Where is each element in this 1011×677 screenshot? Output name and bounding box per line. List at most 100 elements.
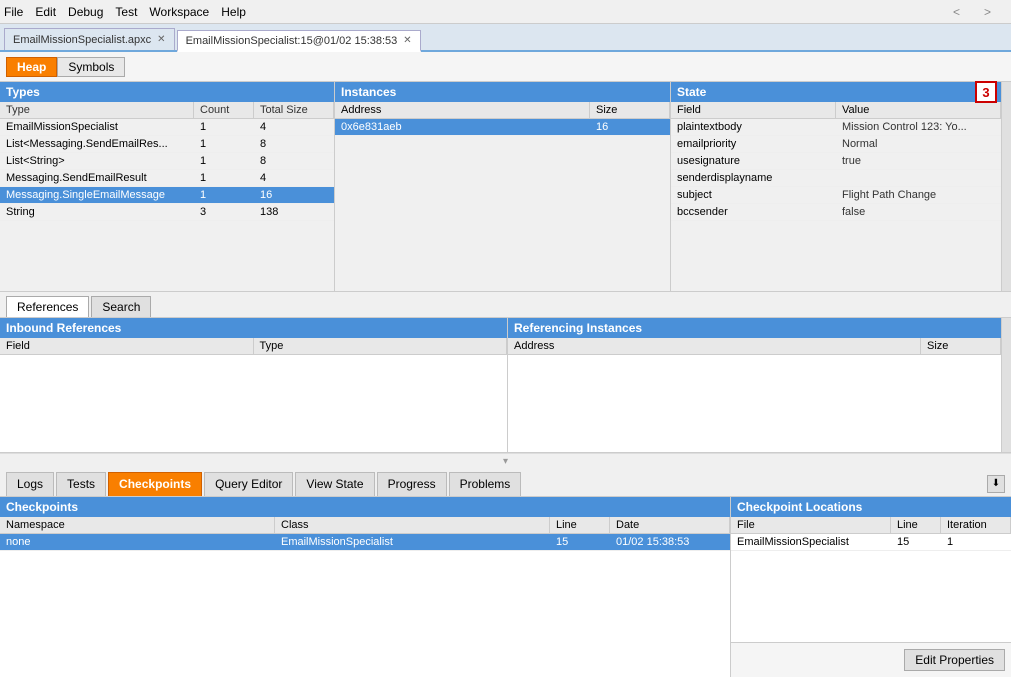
tab-tests[interactable]: Tests xyxy=(56,472,106,496)
instance-row-selected[interactable]: 0x6e831aeb 16 2 xyxy=(335,119,670,136)
state-field: emailpriority xyxy=(671,136,836,152)
col-line: Line xyxy=(891,517,941,533)
annotation-3: 3 xyxy=(975,81,997,103)
tab-query-editor[interactable]: Query Editor xyxy=(204,472,293,496)
tab-session-close[interactable]: ✕ xyxy=(403,35,411,46)
type-size: 138 xyxy=(254,204,334,220)
refs-right-scrollbar[interactable] xyxy=(1001,318,1011,452)
tab-references[interactable]: References xyxy=(6,296,89,317)
menu-edit[interactable]: Edit xyxy=(35,5,56,19)
state-row: bccsender false xyxy=(671,204,1001,221)
tab-session-label: EmailMissionSpecialist:15@01/02 15:38:53 xyxy=(186,35,398,47)
cpl-iteration: 1 xyxy=(941,534,1011,550)
menu-bar: File Edit Debug Test Workspace Help < > xyxy=(0,0,1011,24)
type-row-selected[interactable]: Messaging.SingleEmailMessage 1 16 1 xyxy=(0,187,334,204)
referencing-content xyxy=(508,355,1001,452)
menu-help[interactable]: Help xyxy=(221,5,246,19)
type-name: Messaging.SendEmailResult xyxy=(0,170,194,186)
type-row[interactable]: String 3 138 xyxy=(0,204,334,221)
referencing-header: Referencing Instances xyxy=(508,318,1001,338)
types-panel-header: Types xyxy=(0,82,334,102)
menu-debug[interactable]: Debug xyxy=(68,5,103,19)
menu-file[interactable]: File xyxy=(4,5,23,19)
scroll-indicator[interactable]: ▾ xyxy=(0,453,1011,469)
col-date: Date xyxy=(610,517,730,533)
tab-progress[interactable]: Progress xyxy=(377,472,447,496)
tab-view-state[interactable]: View State xyxy=(295,472,374,496)
type-name: EmailMissionSpecialist xyxy=(0,119,194,135)
col-namespace: Namespace xyxy=(0,517,275,533)
type-size: 8 xyxy=(254,153,334,169)
type-row[interactable]: EmailMissionSpecialist 1 4 xyxy=(0,119,334,136)
cp-namespace: none xyxy=(0,534,275,550)
col-count: Count xyxy=(194,102,254,118)
col-size: Size xyxy=(590,102,670,118)
tab-session[interactable]: EmailMissionSpecialist:15@01/02 15:38:53… xyxy=(177,30,421,52)
nav-next[interactable]: > xyxy=(980,5,995,19)
state-list: plaintextbody Mission Control 123: Yo...… xyxy=(671,119,1001,291)
collapse-button[interactable]: ⬇ xyxy=(987,475,1005,493)
tab-logs[interactable]: Logs xyxy=(6,472,54,496)
type-name: List<String> xyxy=(0,153,194,169)
col-file: File xyxy=(731,517,891,533)
type-row[interactable]: List<Messaging.SendEmailRes... 1 8 xyxy=(0,136,334,153)
tab-checkpoints[interactable]: Checkpoints xyxy=(108,472,202,496)
state-value: Normal xyxy=(836,136,1001,152)
cpl-col-headers: File Line Iteration xyxy=(731,517,1011,534)
cp-row-selected[interactable]: none EmailMissionSpecialist 15 01/02 15:… xyxy=(0,534,730,551)
type-count: 3 xyxy=(194,204,254,220)
tab-apxc-close[interactable]: ✕ xyxy=(157,34,165,45)
state-panel-header: State xyxy=(671,82,1001,102)
state-field: bccsender xyxy=(671,204,836,220)
type-row[interactable]: List<String> 1 8 xyxy=(0,153,334,170)
symbols-button[interactable]: Symbols xyxy=(57,57,125,77)
state-field: usesignature xyxy=(671,153,836,169)
inbound-refs-header: Inbound References xyxy=(0,318,507,338)
checkpoints-panel: Checkpoints Namespace Class Line Date no… xyxy=(0,497,731,677)
type-size: 8 xyxy=(254,136,334,152)
right-scrollbar[interactable] xyxy=(1001,82,1011,291)
state-value xyxy=(836,170,1001,186)
types-list: EmailMissionSpecialist 1 4 List<Messagin… xyxy=(0,119,334,291)
cp-class: EmailMissionSpecialist xyxy=(275,534,550,550)
tab-apxc-label: EmailMissionSpecialist.apxc xyxy=(13,34,151,46)
type-count: 1 xyxy=(194,136,254,152)
cpl-header: Checkpoint Locations xyxy=(731,497,1011,517)
state-row: emailpriority Normal xyxy=(671,136,1001,153)
state-row: subject Flight Path Change xyxy=(671,187,1001,204)
tab-apxc[interactable]: EmailMissionSpecialist.apxc ✕ xyxy=(4,28,175,50)
cp-col-headers: Namespace Class Line Date xyxy=(0,517,730,534)
bottom-tabs: Logs Tests Checkpoints Query Editor View… xyxy=(0,469,1011,497)
tab-search[interactable]: Search xyxy=(91,296,151,317)
cp-list: none EmailMissionSpecialist 15 01/02 15:… xyxy=(0,534,730,677)
instances-panel: Instances Address Size 0x6e831aeb 16 2 xyxy=(335,82,671,291)
state-value: Flight Path Change xyxy=(836,187,1001,203)
col-type: Type xyxy=(254,338,508,354)
menu-workspace[interactable]: Workspace xyxy=(149,5,209,19)
checkpoints-header: Checkpoints xyxy=(0,497,730,517)
tab-problems[interactable]: Problems xyxy=(449,472,522,496)
menu-test[interactable]: Test xyxy=(115,5,137,19)
cpl-list: EmailMissionSpecialist 15 1 xyxy=(731,534,1011,642)
col-field: Field xyxy=(671,102,836,118)
state-col-headers: Field Value xyxy=(671,102,1001,119)
type-name: String xyxy=(0,204,194,220)
referencing-instances-panel: Referencing Instances Address Size xyxy=(508,318,1001,452)
instance-address: 0x6e831aeb xyxy=(335,119,590,135)
nav-prev[interactable]: < xyxy=(949,5,964,19)
state-field: subject xyxy=(671,187,836,203)
inbound-references-panel: Inbound References Field Type xyxy=(0,318,508,452)
heap-button[interactable]: Heap xyxy=(6,57,57,77)
type-size: 4 xyxy=(254,119,334,135)
cpl-file: EmailMissionSpecialist xyxy=(731,534,891,550)
type-count: 1 xyxy=(194,187,254,203)
col-type: Type xyxy=(0,102,194,118)
instances-panel-header: Instances xyxy=(335,82,670,102)
type-count: 1 xyxy=(194,170,254,186)
col-address: Address xyxy=(335,102,590,118)
cpl-row[interactable]: EmailMissionSpecialist 15 1 xyxy=(731,534,1011,551)
state-field: plaintextbody xyxy=(671,119,836,135)
type-row[interactable]: Messaging.SendEmailResult 1 4 xyxy=(0,170,334,187)
edit-properties-button[interactable]: Edit Properties xyxy=(904,649,1005,671)
type-name: List<Messaging.SendEmailRes... xyxy=(0,136,194,152)
